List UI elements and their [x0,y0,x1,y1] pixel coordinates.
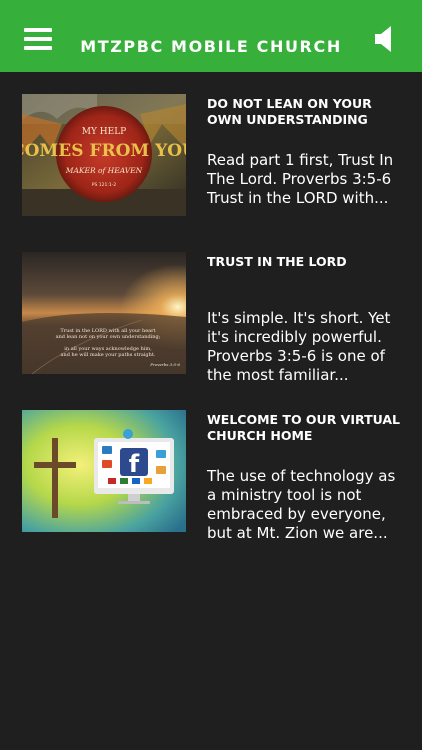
post-thumbnail[interactable]: Trust in the LORD with all your heart an… [22,252,186,374]
menu-bar-line [24,28,52,32]
thumbnail-text: f [129,450,140,478]
app-screen: MTZPBC MOBILE CHURCH MY HELP OMES FROM Y… [0,0,422,750]
thumbnail-text: MY HELP [82,127,126,137]
post-list-item[interactable]: MY HELP COMES FROM YOU MAKER of HEAVEN P… [0,94,422,224]
post-thumbnail-image: f [22,410,186,532]
thumbnail-text: and lean not on your own understanding; [56,334,161,340]
app-title: MTZPBC MOBILE CHURCH [80,37,342,56]
post-thumbnail-image: MY HELP COMES FROM YOU MAKER of HEAVEN P… [22,94,186,216]
post-title[interactable]: WELCOME TO OUR VIRTUAL CHURCH HOME [207,412,407,444]
post-excerpt: It's simple. It's short. Yet it's incred… [207,309,391,384]
post-thumbnail[interactable]: MY HELP COMES FROM YOU MAKER of HEAVEN P… [22,94,186,216]
speaker-icon-graphic [375,26,391,52]
post-list-item[interactable]: f WELCOME TO OUR VIRTUAL CHURCH HOME The… [0,410,422,542]
post-excerpt: The use of technology as a ministry tool… [207,467,396,542]
post-list-item[interactable]: Trust in the LORD with all your heart an… [0,252,422,384]
post-thumbnail-image: Trust in the LORD with all your heart an… [22,252,186,374]
thumbnail-text: MAKER of HEAVEN [65,166,143,175]
speaker-icon[interactable] [373,24,397,54]
thumbnail-text: COMES FROM YOU [22,141,186,161]
thumbnail-text: and he will make your paths straight. [61,352,156,358]
thumbnail-text: PS 121:1-2 [92,182,117,188]
post-title[interactable]: TRUST IN THE LORD [207,254,407,270]
top-app-bar: MTZPBC MOBILE CHURCH [0,0,422,72]
post-excerpt: Read part 1 first, Trust In The Lord. Pr… [207,151,394,207]
post-title[interactable]: DO NOT LEAN ON YOUR OWN UNDERSTANDING [207,96,407,128]
post-thumbnail[interactable]: f [22,410,186,532]
thumbnail-text: Proverbs 3:5-6 [149,362,180,367]
